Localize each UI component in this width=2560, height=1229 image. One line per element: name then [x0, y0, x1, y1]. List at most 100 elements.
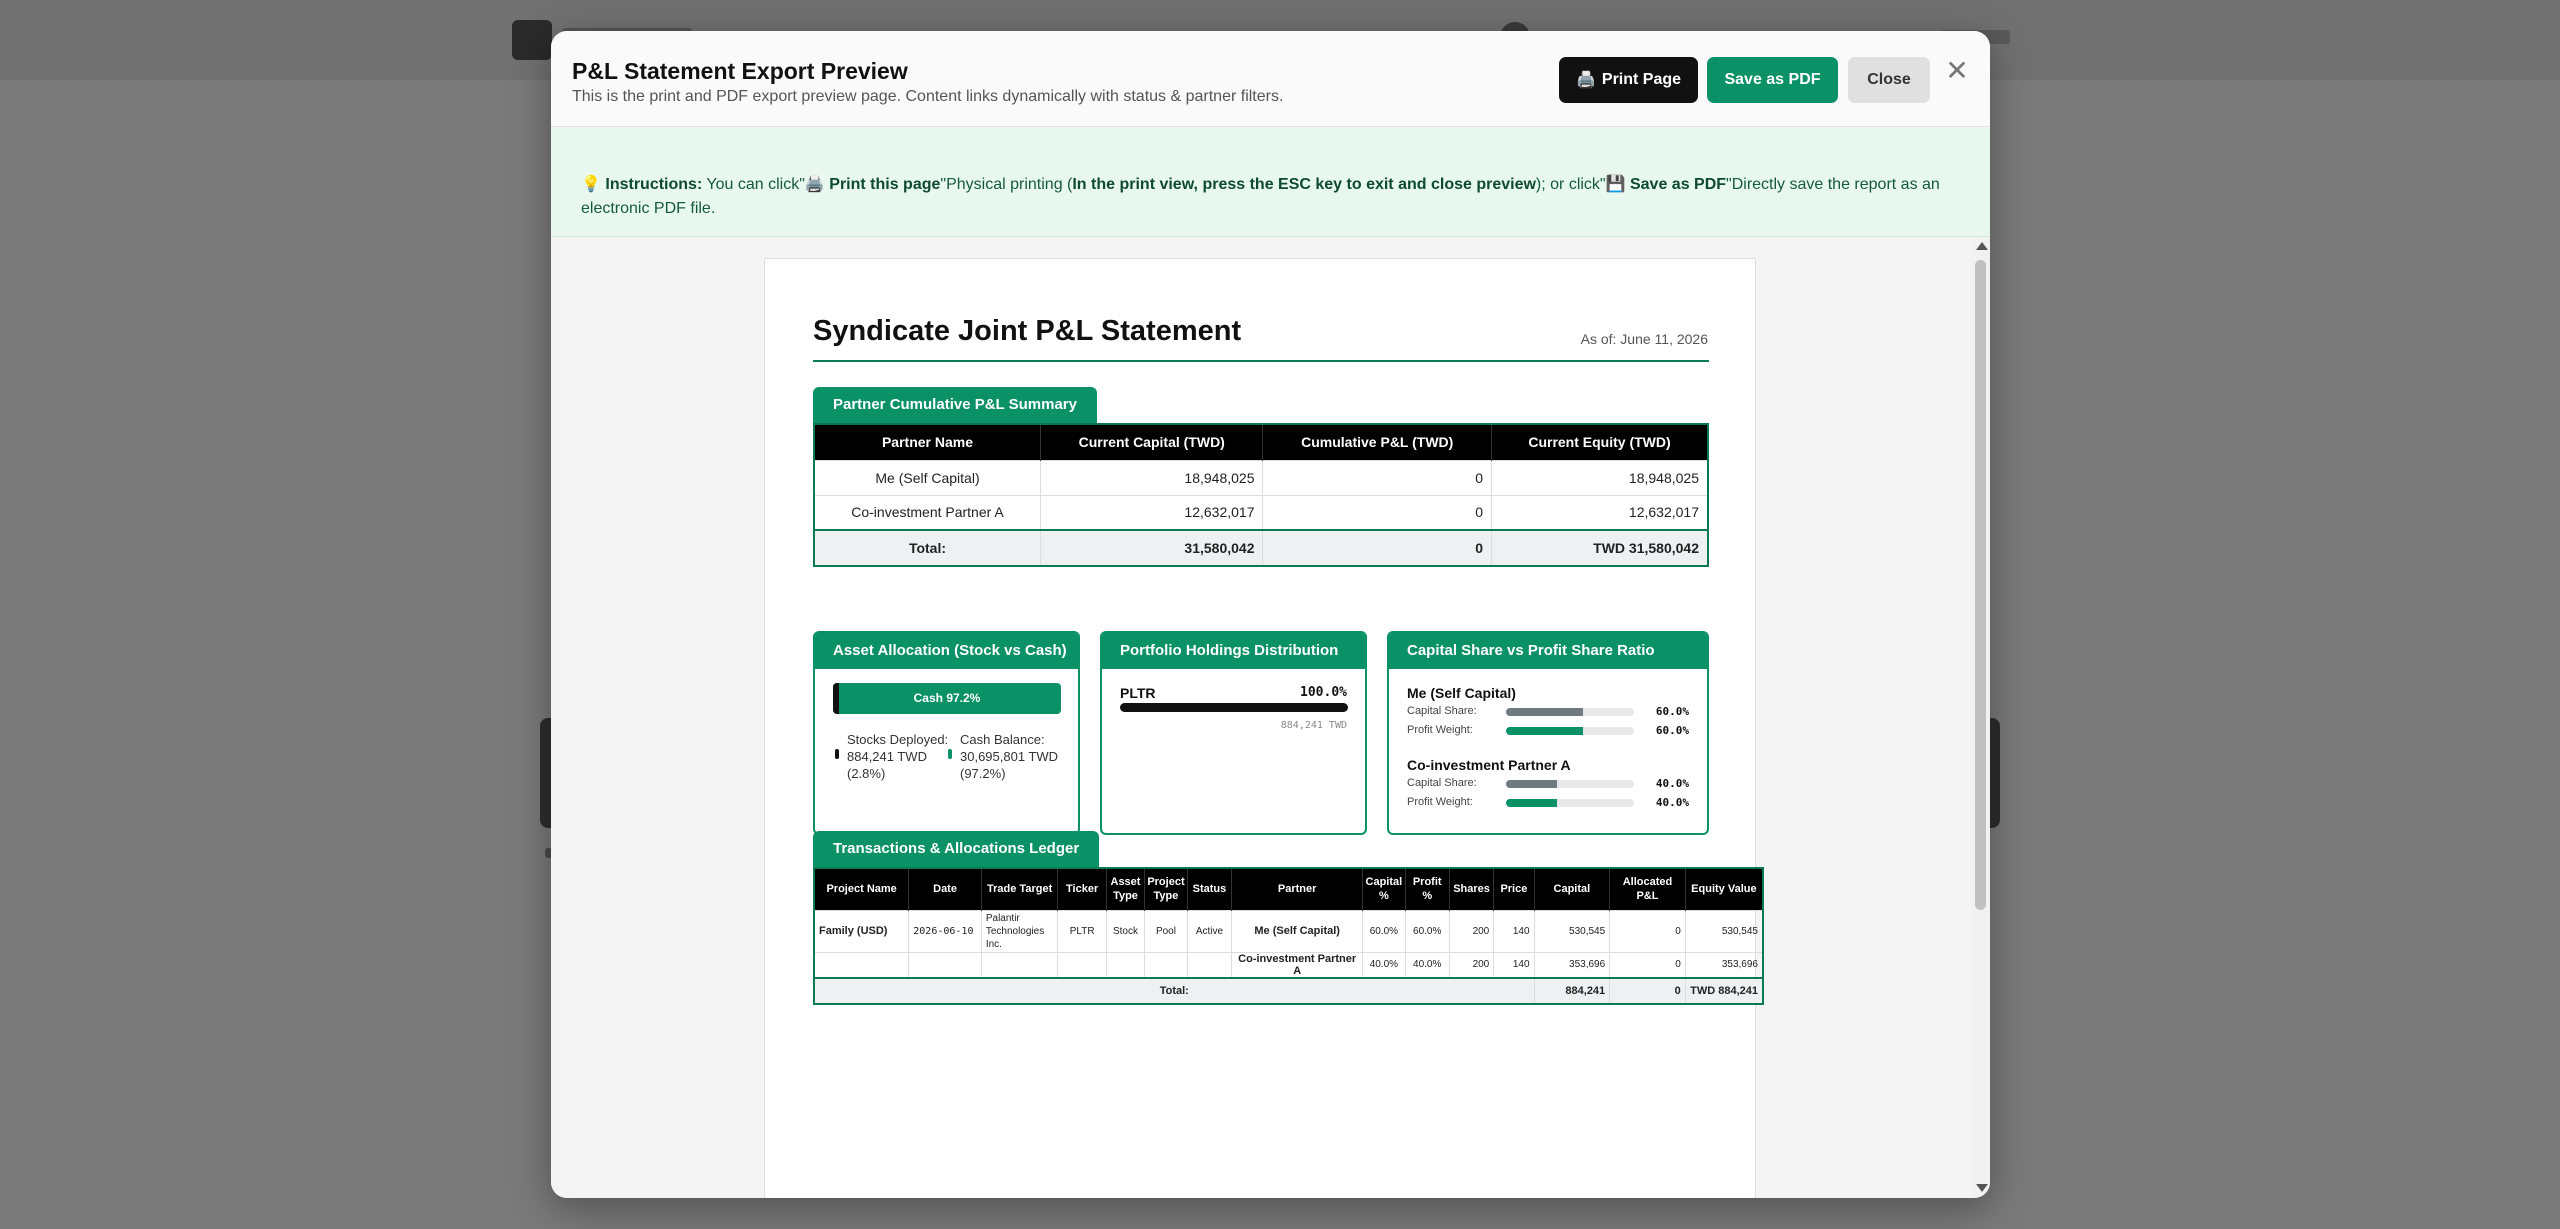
- modal-title: P&L Statement Export Preview: [572, 58, 908, 84]
- total-equity: TWD 31,580,042: [1491, 529, 1709, 566]
- table-row: Co-investment Partner A 40.0% 40.0% 200 …: [814, 951, 1764, 978]
- summary-section-tab: Partner Cumulative P&L Summary: [813, 387, 1097, 423]
- partner-name-cell: Co-investment Partner A: [814, 494, 1041, 530]
- column-header: Date: [908, 868, 982, 910]
- title-divider: [813, 360, 1709, 362]
- capital-share-label: Capital Share:: [1407, 777, 1477, 789]
- column-header: Current Capital (TWD): [1040, 424, 1264, 460]
- ledger-section-tab: Transactions & Allocations Ledger: [813, 831, 1100, 867]
- project-type-cell: Pool: [1144, 909, 1188, 952]
- print-page-label: Print Page: [1601, 71, 1682, 88]
- holding-bar-track: [1120, 703, 1348, 712]
- modal-header: P&L Statement Export Preview This is the…: [551, 31, 1990, 127]
- floppy-disk-icon: 💾: [1605, 176, 1626, 193]
- ledger-table: Project Name Date Trade Target Ticker As…: [813, 867, 1764, 1005]
- allocation-bar-label: Cash 97.2%: [913, 691, 981, 705]
- close-button[interactable]: Close: [1848, 57, 1930, 103]
- instructions-lead: Instructions:: [605, 176, 703, 193]
- instructions-text-2: "Physical printing (: [940, 176, 1073, 193]
- capital-share-fill: [1506, 708, 1583, 716]
- report-title: Syndicate Joint P&L Statement: [813, 315, 1242, 347]
- report-page: Syndicate Joint P&L Statement As of: Jun…: [764, 258, 1764, 1198]
- partner-summary-table: Partner Name Current Capital (TWD) Cumul…: [813, 423, 1709, 567]
- export-preview-modal: P&L Statement Export Preview This is the…: [551, 31, 1990, 1198]
- column-header: Status: [1187, 868, 1233, 910]
- column-header: Allocated P&L: [1609, 868, 1686, 910]
- total-label: Total:: [814, 977, 1535, 1004]
- total-equity: TWD 884,241: [1685, 977, 1764, 1004]
- instructions-text-1: You can click": [702, 176, 805, 193]
- equity-value-cell: 530,545: [1685, 909, 1764, 952]
- partner-name-cell: Me (Self Capital): [814, 459, 1041, 495]
- asset-type-cell: Stock: [1106, 909, 1146, 952]
- instructions-text-3: ); or click": [1535, 176, 1606, 193]
- app-logo-icon: [512, 20, 552, 60]
- table-row: Co-investment Partner A 12,632,017 0 12,…: [814, 494, 1709, 530]
- capital-share-percent: 40.0%: [1655, 777, 1689, 790]
- column-header: Cumulative P&L (TWD): [1262, 424, 1492, 460]
- price-cell: 140: [1493, 951, 1535, 978]
- shares-cell: 200: [1449, 951, 1495, 978]
- capital-percent-cell: 60.0%: [1362, 909, 1406, 952]
- column-header: Profit %: [1405, 868, 1450, 910]
- profit-weight-percent: 40.0%: [1655, 796, 1689, 809]
- profit-percent-cell: 40.0%: [1405, 951, 1450, 978]
- total-row: Total: 884,241 0 TWD 884,241: [814, 977, 1764, 1004]
- column-header: Equity Value: [1685, 868, 1764, 910]
- stock-legend-text: Stocks Deployed: 884,241 TWD (2.8%): [847, 732, 949, 781]
- column-header: Partner Name: [814, 424, 1041, 460]
- scroll-thumb[interactable]: [1975, 260, 1986, 910]
- column-header: Price: [1493, 868, 1535, 910]
- column-header: Capital: [1534, 868, 1611, 910]
- capital-share-fill: [1506, 780, 1558, 788]
- holding-value: 884,241 TWD: [1280, 720, 1347, 731]
- vertical-scrollbar[interactable]: [1971, 238, 1990, 1198]
- asset-allocation-card: Asset Allocation (Stock vs Cash) Cash 97…: [813, 631, 1080, 835]
- pnl-cell: 0: [1262, 459, 1492, 495]
- save-as-pdf-button[interactable]: Save as PDF: [1707, 57, 1838, 103]
- cash-legend-text: Cash Balance: 30,695,801 TWD (97.2%): [960, 732, 1059, 781]
- preview-scroll-area[interactable]: Syndicate Joint P&L Statement As of: Jun…: [551, 238, 1990, 1198]
- column-header: Project Name: [814, 868, 910, 910]
- close-x-icon[interactable]: ✕: [1943, 57, 1971, 85]
- project-name-cell: Family (USD): [814, 909, 910, 952]
- scroll-down-arrow-icon[interactable]: [1976, 1184, 1988, 1192]
- capital-share-track: [1506, 708, 1634, 716]
- column-header: Ticker: [1057, 868, 1107, 910]
- trade-target-cell: Palantir Technologies Inc.: [981, 909, 1059, 952]
- date-cell: 2026-06-10: [908, 909, 982, 952]
- partner-cell: Co-investment Partner A: [1231, 951, 1364, 978]
- capital-cell: 18,948,025: [1040, 459, 1264, 495]
- allocation-bar: Cash 97.2%: [833, 683, 1061, 714]
- printer-icon-small: 🖨️: [804, 176, 825, 193]
- equity-cell: 12,632,017: [1491, 494, 1709, 530]
- column-header: Shares: [1449, 868, 1495, 910]
- cash-swatch: [948, 749, 952, 759]
- holding-percent: 100.0%: [1300, 685, 1347, 700]
- holdings-card: Portfolio Holdings Distribution PLTR 100…: [1100, 631, 1367, 835]
- column-header: Asset Type: [1106, 868, 1146, 910]
- capital-share-percent: 60.0%: [1655, 705, 1689, 718]
- ratio-partner-name: Co-investment Partner A: [1407, 757, 1571, 773]
- modal-subtitle: This is the print and PDF export preview…: [572, 88, 1284, 105]
- shares-cell: 200: [1449, 909, 1495, 952]
- status-cell: Active: [1187, 909, 1233, 952]
- instructions-print-text: Print this page: [824, 176, 941, 193]
- partner-cell: Me (Self Capital): [1231, 909, 1364, 952]
- profit-weight-track: [1506, 799, 1634, 807]
- allocated-pnl-cell: 0: [1609, 909, 1686, 952]
- column-header: Trade Target: [981, 868, 1059, 910]
- print-page-button[interactable]: 🖨️ Print Page: [1559, 57, 1698, 103]
- total-label: Total:: [814, 529, 1041, 566]
- table-row: Family (USD) 2026-06-10 Palantir Technol…: [814, 909, 1764, 952]
- ticker-cell: PLTR: [1057, 909, 1107, 952]
- capital-share-track: [1506, 780, 1634, 788]
- cash-legend: Cash Balance: 30,695,801 TWD (97.2%): [948, 731, 1066, 782]
- scroll-up-arrow-icon[interactable]: [1976, 242, 1988, 250]
- total-capital: 884,241: [1534, 977, 1611, 1004]
- lightbulb-icon: 💡: [581, 176, 601, 193]
- profit-percent-cell: 60.0%: [1405, 909, 1450, 952]
- capital-cell: 530,545: [1534, 909, 1611, 952]
- profit-weight-fill: [1506, 799, 1558, 807]
- printer-icon: 🖨️: [1575, 72, 1596, 89]
